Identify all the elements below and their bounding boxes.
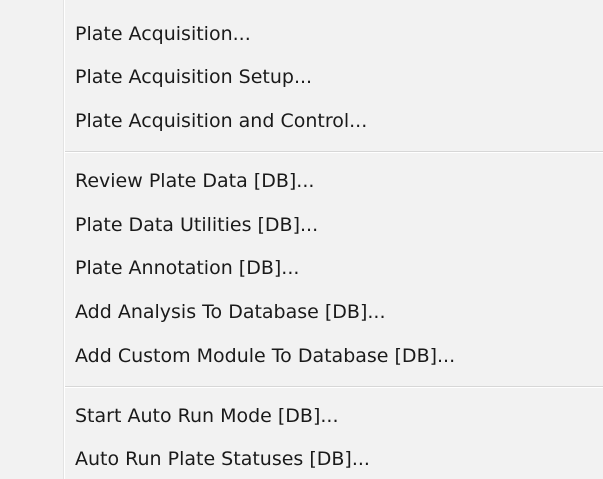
menu-item-add-analysis-to-database[interactable]: Add Analysis To Database [DB]... xyxy=(0,292,603,332)
menu-item-review-plate-data[interactable]: Review Plate Data [DB]... xyxy=(0,161,603,201)
menu-item-label: Add Analysis To Database [DB]... xyxy=(75,301,386,323)
menu-separator xyxy=(65,386,603,388)
menu-item-label: Plate Annotation [DB]... xyxy=(75,257,300,279)
menu-item-plate-acquisition-and-control[interactable]: Plate Acquisition and Control... xyxy=(0,101,603,141)
menu-item-label: Plate Data Utilities [DB]... xyxy=(75,214,319,236)
menu-item-start-auto-run-mode[interactable]: Start Auto Run Mode [DB]... xyxy=(0,396,603,436)
menu-separator xyxy=(65,151,603,153)
menu-item-plate-acquisition-setup[interactable]: Plate Acquisition Setup... xyxy=(0,57,603,97)
menu-item-plate-data-utilities[interactable]: Plate Data Utilities [DB]... xyxy=(0,205,603,245)
menu-item-label: Auto Run Plate Statuses [DB]... xyxy=(75,448,370,470)
menu-item-label: Plate Acquisition Setup... xyxy=(75,66,313,88)
menu-item-add-custom-module-to-database[interactable]: Add Custom Module To Database [DB]... xyxy=(0,336,603,376)
menu-item-label: Review Plate Data [DB]... xyxy=(75,170,315,192)
context-menu: Plate Acquisition... Plate Acquisition S… xyxy=(0,0,603,479)
menu-item-auto-run-plate-statuses[interactable]: Auto Run Plate Statuses [DB]... xyxy=(0,439,603,479)
menu-item-label: Plate Acquisition and Control... xyxy=(75,110,368,132)
menu-item-plate-acquisition[interactable]: Plate Acquisition... xyxy=(0,14,603,54)
menu-item-plate-annotation[interactable]: Plate Annotation [DB]... xyxy=(0,248,603,288)
menu-item-label: Plate Acquisition... xyxy=(75,23,251,45)
menu-item-label: Start Auto Run Mode [DB]... xyxy=(75,405,339,427)
menu-item-label: Add Custom Module To Database [DB]... xyxy=(75,345,456,367)
